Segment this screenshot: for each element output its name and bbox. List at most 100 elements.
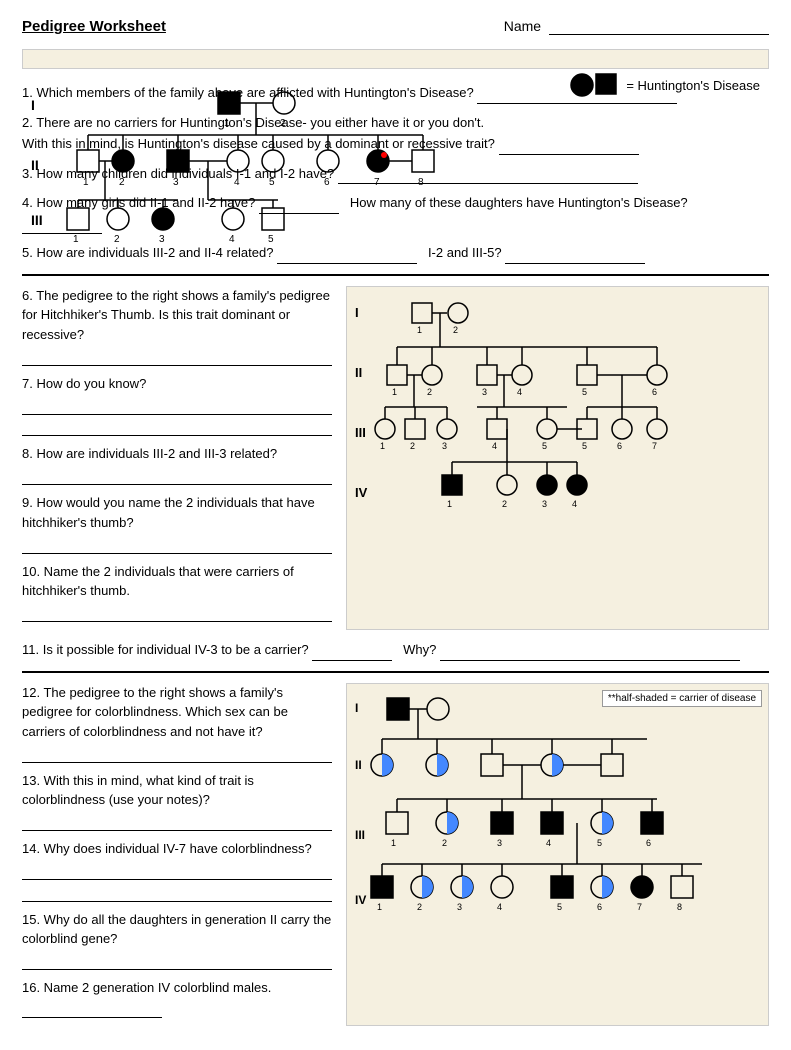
svg-text:IV: IV xyxy=(355,893,366,907)
svg-text:8: 8 xyxy=(418,177,424,188)
q13-answer xyxy=(22,811,332,832)
svg-text:7: 7 xyxy=(652,441,657,451)
divider-2 xyxy=(22,671,769,673)
svg-text:2: 2 xyxy=(427,387,432,397)
svg-text:1: 1 xyxy=(447,499,452,509)
pedigree-3-svg: I II III IV xyxy=(347,684,768,964)
pedigree-2-svg: I II III IV 1 2 1 2 xyxy=(347,287,768,527)
svg-text:3: 3 xyxy=(442,441,447,451)
svg-text:III: III xyxy=(355,425,366,440)
svg-text:1: 1 xyxy=(73,234,79,245)
svg-text:5: 5 xyxy=(597,838,602,848)
svg-text:4: 4 xyxy=(492,441,497,451)
pedigree-1: I II III 1 2 1 2 3 4 xyxy=(22,49,769,69)
svg-text:5: 5 xyxy=(269,177,275,188)
q12-answer xyxy=(22,742,332,763)
page-title: Pedigree Worksheet xyxy=(22,18,166,35)
svg-text:4: 4 xyxy=(497,902,502,912)
pedigree-2-container: I II III IV 1 2 1 2 xyxy=(346,286,769,631)
svg-text:5: 5 xyxy=(582,387,587,397)
q16-answer xyxy=(22,998,162,1019)
divider-1 xyxy=(22,274,769,276)
svg-text:2: 2 xyxy=(119,177,125,188)
q13: 13. With this in mind, what kind of trai… xyxy=(22,771,332,832)
q8-answer xyxy=(22,465,332,486)
svg-text:1: 1 xyxy=(392,387,397,397)
q10: 10. Name the 2 individuals that were car… xyxy=(22,562,332,623)
q6-answer xyxy=(22,345,332,366)
svg-text:2: 2 xyxy=(453,325,458,335)
svg-text:6: 6 xyxy=(597,902,602,912)
svg-text:7: 7 xyxy=(374,177,380,188)
svg-text:2: 2 xyxy=(442,838,447,848)
svg-text:2: 2 xyxy=(280,118,286,129)
svg-text:1: 1 xyxy=(417,325,422,335)
q11b-answer xyxy=(440,640,740,661)
svg-text:4: 4 xyxy=(517,387,522,397)
legend-svg xyxy=(570,70,620,100)
svg-text:1: 1 xyxy=(377,902,382,912)
svg-text:II: II xyxy=(355,758,362,772)
svg-text:3: 3 xyxy=(497,838,502,848)
svg-text:5: 5 xyxy=(557,902,562,912)
q15: 15. Why do all the daughters in generati… xyxy=(22,910,332,971)
q6: 6. The pedigree to the right shows a fam… xyxy=(22,286,332,366)
svg-text:5: 5 xyxy=(268,234,274,245)
carrier-note: **half-shaded = carrier of disease xyxy=(602,690,762,707)
svg-text:2: 2 xyxy=(114,234,120,245)
svg-text:1: 1 xyxy=(224,118,230,129)
q7-answer-2 xyxy=(22,416,332,437)
section-12-16: 12. The pedigree to the right shows a fa… xyxy=(22,683,769,1027)
q11: 11. Is it possible for individual IV-3 t… xyxy=(22,640,769,661)
q7-answer-1 xyxy=(22,394,332,415)
svg-text:II: II xyxy=(31,157,39,173)
svg-text:2: 2 xyxy=(410,441,415,451)
svg-text:8: 8 xyxy=(677,902,682,912)
svg-text:3: 3 xyxy=(542,499,547,509)
section-6-11: 6. The pedigree to the right shows a fam… xyxy=(22,286,769,631)
svg-text:I: I xyxy=(355,305,359,320)
q7: 7. How do you know? xyxy=(22,374,332,437)
svg-text:II: II xyxy=(355,365,362,380)
svg-text:3: 3 xyxy=(482,387,487,397)
svg-text:IV: IV xyxy=(355,485,368,500)
q14: 14. Why does individual IV-7 have colorb… xyxy=(22,839,332,902)
svg-text:3: 3 xyxy=(457,902,462,912)
svg-text:5: 5 xyxy=(582,441,587,451)
q9-answer xyxy=(22,533,332,554)
svg-text:7: 7 xyxy=(637,902,642,912)
legend: = Huntington's Disease xyxy=(570,70,760,100)
svg-text:I: I xyxy=(31,97,35,113)
questions-12-16-left: 12. The pedigree to the right shows a fa… xyxy=(22,683,332,1027)
svg-text:III: III xyxy=(355,828,365,842)
pedigree-3-container: **half-shaded = carrier of disease I II … xyxy=(346,683,769,1027)
q10-answer xyxy=(22,602,332,623)
svg-text:6: 6 xyxy=(652,387,657,397)
q9: 9. How would you name the 2 individuals … xyxy=(22,493,332,554)
svg-text:3: 3 xyxy=(173,177,179,188)
legend-text: = Huntington's Disease xyxy=(626,78,760,93)
svg-text:4: 4 xyxy=(572,499,577,509)
svg-text:3: 3 xyxy=(159,234,165,245)
pedigree-1-svg: I II III 1 2 1 2 3 4 xyxy=(23,50,583,250)
q8: 8. How are individuals III-2 and III-3 r… xyxy=(22,444,332,485)
header: Pedigree Worksheet Name xyxy=(22,18,769,35)
q11a-answer xyxy=(312,640,392,661)
svg-text:1: 1 xyxy=(83,177,89,188)
q14-answer-2 xyxy=(22,881,332,902)
q12: 12. The pedigree to the right shows a fa… xyxy=(22,683,332,763)
svg-text:III: III xyxy=(31,212,43,228)
questions-6-11-left: 6. The pedigree to the right shows a fam… xyxy=(22,286,332,631)
svg-text:6: 6 xyxy=(617,441,622,451)
q15-answer xyxy=(22,950,332,971)
svg-text:4: 4 xyxy=(229,234,235,245)
q16: 16. Name 2 generation IV colorblind male… xyxy=(22,978,332,1018)
svg-text:1: 1 xyxy=(391,838,396,848)
svg-text:4: 4 xyxy=(234,177,240,188)
svg-text:5: 5 xyxy=(542,441,547,451)
svg-text:6: 6 xyxy=(324,177,330,188)
svg-text:I: I xyxy=(355,701,358,715)
svg-text:6: 6 xyxy=(646,838,651,848)
name-underline xyxy=(549,18,769,35)
q14-answer-1 xyxy=(22,860,332,881)
